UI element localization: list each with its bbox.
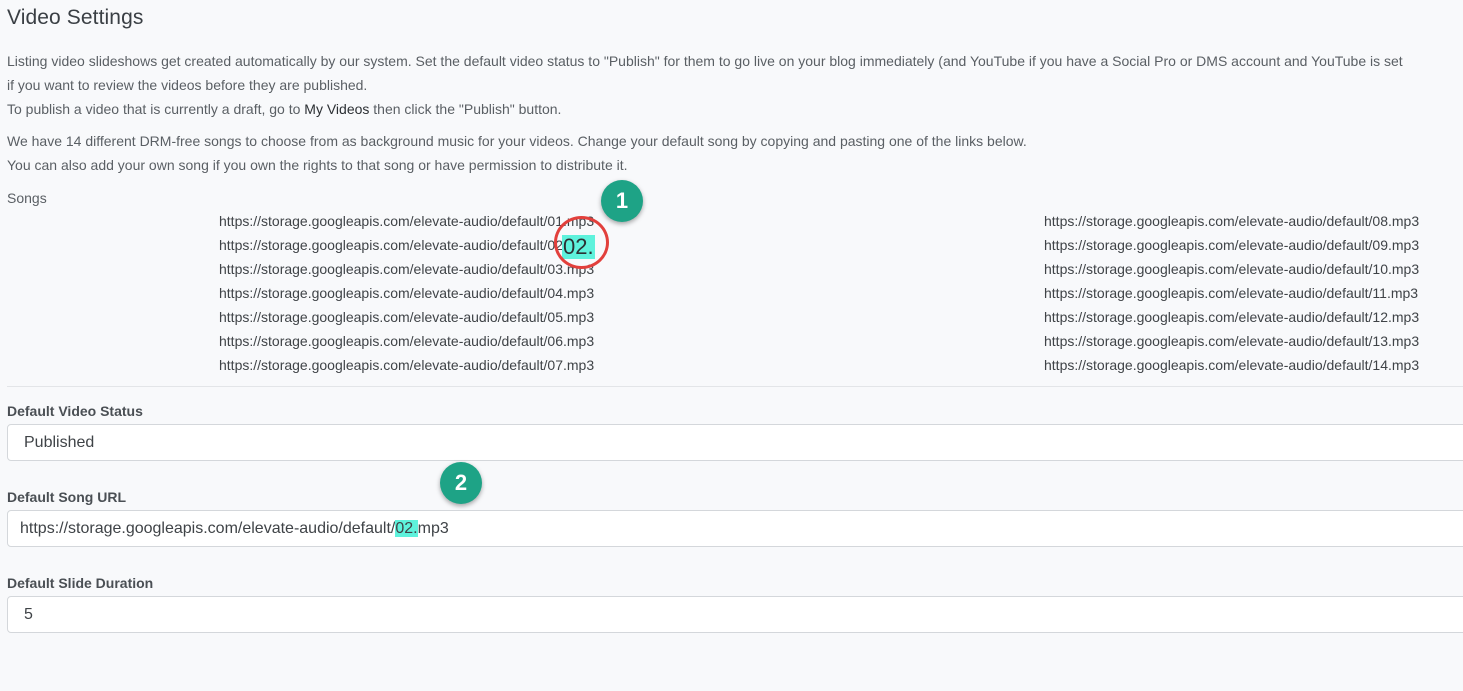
default-slide-duration-input[interactable]: 5 (7, 596, 1463, 633)
song-url-03[interactable]: https://storage.googleapis.com/elevate-a… (219, 257, 594, 281)
song-url-01[interactable]: https://storage.googleapis.com/elevate-a… (219, 209, 594, 233)
default-video-status-select[interactable]: Published (7, 424, 1463, 461)
my-videos-link[interactable]: My Videos (304, 101, 369, 117)
song-url-11[interactable]: https://storage.googleapis.com/elevate-a… (1044, 281, 1419, 305)
step-2-badge: 2 (440, 462, 482, 504)
default-video-status-label: Default Video Status (7, 403, 143, 419)
song-url-value-highlight: 02. (395, 520, 418, 537)
default-song-url-input[interactable]: https://storage.googleapis.com/elevate-a… (7, 510, 1463, 547)
music-line-1: We have 14 different DRM-free songs to c… (7, 133, 1027, 149)
page-title: Video Settings (7, 6, 144, 29)
songs-list-right: https://storage.googleapis.com/elevate-a… (1044, 209, 1419, 377)
songs-label: Songs (7, 190, 47, 206)
intro-line-3-suffix: then click the "Publish" button. (369, 101, 562, 117)
song-url-04[interactable]: https://storage.googleapis.com/elevate-a… (219, 281, 594, 305)
song-url-14[interactable]: https://storage.googleapis.com/elevate-a… (1044, 353, 1419, 377)
song-url-10[interactable]: https://storage.googleapis.com/elevate-a… (1044, 257, 1419, 281)
song-url-06[interactable]: https://storage.googleapis.com/elevate-a… (219, 329, 594, 353)
song-url-02[interactable]: https://storage.googleapis.com/elevate-a… (219, 233, 594, 257)
song-url-07[interactable]: https://storage.googleapis.com/elevate-a… (219, 353, 594, 377)
songs-list-left: https://storage.googleapis.com/elevate-a… (219, 209, 594, 377)
music-line-2: You can also add your own song if you ow… (7, 157, 628, 173)
default-slide-duration-label: Default Slide Duration (7, 575, 154, 591)
intro-line-3: To publish a video that is currently a d… (7, 97, 561, 121)
song-url-09[interactable]: https://storage.googleapis.com/elevate-a… (1044, 233, 1419, 257)
song-url-value-suffix: mp3 (417, 520, 449, 537)
song-url-05[interactable]: https://storage.googleapis.com/elevate-a… (219, 305, 594, 329)
video-settings-page: Video Settings Listing video slideshows … (0, 0, 1463, 691)
song-url-13[interactable]: https://storage.googleapis.com/elevate-a… (1044, 329, 1419, 353)
song-url-12[interactable]: https://storage.googleapis.com/elevate-a… (1044, 305, 1419, 329)
intro-line-2: if you want to review the videos before … (7, 77, 368, 93)
default-video-status-value: Published (24, 434, 95, 451)
song-url-value-prefix: https://storage.googleapis.com/elevate-a… (20, 520, 396, 537)
default-song-url-label: Default Song URL (7, 489, 126, 505)
default-slide-duration-value: 5 (24, 606, 33, 623)
song-url-08[interactable]: https://storage.googleapis.com/elevate-a… (1044, 209, 1419, 233)
section-divider (7, 386, 1463, 387)
intro-line-3-prefix: To publish a video that is currently a d… (7, 101, 305, 117)
intro-line-1: Listing video slideshows get created aut… (7, 53, 1403, 69)
highlight-circle-marker (554, 216, 609, 269)
step-1-badge: 1 (601, 180, 643, 222)
